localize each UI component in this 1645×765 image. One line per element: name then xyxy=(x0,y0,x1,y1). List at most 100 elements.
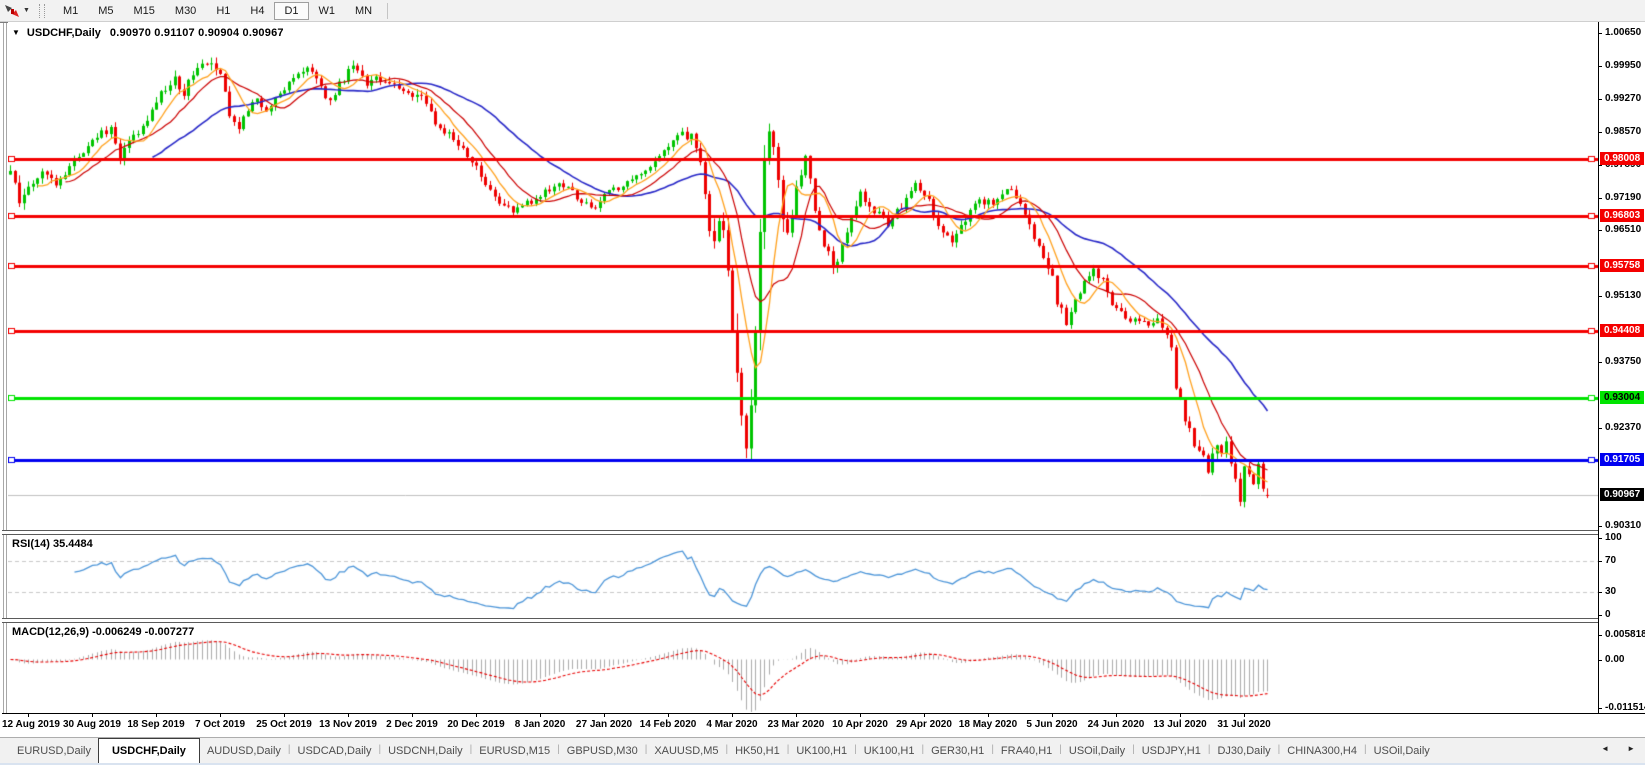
axis-tick-mark xyxy=(1599,708,1602,709)
main-price-chart-canvas[interactable] xyxy=(8,22,1598,530)
chart-tab-gbpusd-m30[interactable]: GBPUSD,M30 xyxy=(560,738,645,763)
toolbar-separator xyxy=(387,3,388,19)
panel-separator-macd[interactable] xyxy=(2,618,1645,623)
chart-tab-uk100-h1[interactable]: UK100,H1 xyxy=(857,738,922,763)
price-axis-label: 0.99950 xyxy=(1605,60,1641,71)
chart-tab-eurusd-daily[interactable]: EURUSD,Daily xyxy=(10,738,98,763)
panel-separator-rsi[interactable] xyxy=(2,530,1645,535)
date-axis-label: 8 Jan 2020 xyxy=(515,719,566,730)
date-axis-label: 18 May 2020 xyxy=(959,719,1017,730)
date-tick-mark xyxy=(732,714,733,717)
price-axis-label: 0.97190 xyxy=(1605,192,1641,203)
date-axis-label: 27 Jan 2020 xyxy=(576,719,632,730)
chart-tab-bar: EURUSD,DailyUSDCHF,DailyAUDUSD,Daily|USD… xyxy=(0,737,1645,763)
chart-ohlc-values: 0.90970 0.91107 0.90904 0.90967 xyxy=(110,27,284,39)
axis-tick-mark xyxy=(1599,561,1602,562)
rsi-axis-label: 30 xyxy=(1605,586,1616,597)
chart-tab-usdcnh-daily[interactable]: USDCNH,Daily xyxy=(381,738,470,763)
chart-tab-hk50-h1[interactable]: HK50,H1 xyxy=(728,738,787,763)
axis-tick-mark xyxy=(1599,660,1602,661)
toolbar-grip[interactable] xyxy=(39,4,45,18)
axis-tick-mark xyxy=(1599,526,1602,527)
timeframe-button-m1[interactable]: M1 xyxy=(53,2,88,20)
timeframe-button-m30[interactable]: M30 xyxy=(165,2,206,20)
date-axis-label: 18 Sep 2019 xyxy=(127,719,184,730)
chart-tab-fra40-h1[interactable]: FRA40,H1 xyxy=(994,738,1059,763)
mt4-terminal-window: ▼ M1M5M15M30H1H4D1W1MN ▼ USDCHF,Daily 0.90… xyxy=(0,0,1645,765)
date-tick-mark xyxy=(476,714,477,717)
chart-title: ▼ USDCHF,Daily 0.90970 0.91107 0.90904 0.9… xyxy=(12,27,284,39)
chart-tab-usoil-daily[interactable]: USOil,Daily xyxy=(1062,738,1132,763)
date-axis-label: 7 Oct 2019 xyxy=(195,719,245,730)
timeframe-button-w1[interactable]: W1 xyxy=(309,2,346,20)
date-axis-label: 13 Nov 2019 xyxy=(319,719,377,730)
date-tick-mark xyxy=(1244,714,1245,717)
chart-symbol-label: USDCHF,Daily xyxy=(27,27,101,39)
chart-tab-eurusd-m15[interactable]: EURUSD,M15 xyxy=(472,738,557,763)
timeframe-button-d1[interactable]: D1 xyxy=(274,2,308,20)
axis-tick-mark xyxy=(1599,538,1602,539)
date-tick-mark xyxy=(796,714,797,717)
date-tick-mark xyxy=(924,714,925,717)
price-axis-label: 1.00650 xyxy=(1605,27,1641,38)
rsi-axis-label: 100 xyxy=(1605,532,1622,543)
axis-tick-mark xyxy=(1599,230,1602,231)
tool-dropdown-arrow[interactable]: ▼ xyxy=(23,7,30,14)
rsi-indicator-canvas[interactable] xyxy=(8,535,1598,618)
axis-tick-mark xyxy=(1599,428,1602,429)
hline-price-label: 0.93004 xyxy=(1600,391,1644,404)
timeframe-button-h4[interactable]: H4 xyxy=(240,2,274,20)
timeframe-button-mn[interactable]: MN xyxy=(345,2,382,20)
timeframe-toolbar: ▼ M1M5M15M30H1H4D1W1MN xyxy=(0,0,1645,22)
chart-menu-icon[interactable]: ▼ xyxy=(12,28,20,37)
chart-tab-usdjpy-h1[interactable]: USDJPY,H1 xyxy=(1135,738,1208,763)
macd-axis-label: 0.00 xyxy=(1605,654,1624,665)
chart-tab-uk100-h1[interactable]: UK100,H1 xyxy=(789,738,854,763)
window-left-border xyxy=(3,23,4,713)
timeframe-button-m15[interactable]: M15 xyxy=(124,2,165,20)
chart-tab-ger30-h1[interactable]: GER30,H1 xyxy=(924,738,991,763)
timeframe-buttons: M1M5M15M30H1H4D1W1MN xyxy=(53,2,382,20)
date-axis-label: 20 Dec 2019 xyxy=(447,719,504,730)
chart-tab-usdcad-daily[interactable]: USDCAD,Daily xyxy=(291,738,379,763)
axis-tick-mark xyxy=(1599,635,1602,636)
timeframe-button-m5[interactable]: M5 xyxy=(88,2,123,20)
date-tick-mark xyxy=(284,714,285,717)
date-axis: 12 Aug 201930 Aug 201918 Sep 20197 Oct 2… xyxy=(0,714,1645,737)
date-axis-label: 31 Jul 2020 xyxy=(1217,719,1270,730)
hline-price-label: 0.98008 xyxy=(1600,152,1644,165)
date-axis-label: 29 Apr 2020 xyxy=(896,719,952,730)
current-bid-price-label: 0.90967 xyxy=(1600,488,1644,501)
axis-tick-mark xyxy=(1599,615,1602,616)
price-axis-label: 0.90310 xyxy=(1605,520,1641,531)
chart-tab-xauusd-m5[interactable]: XAUUSD,M5 xyxy=(647,738,725,763)
tab-scroll-right-icon[interactable]: ► xyxy=(1627,744,1635,753)
timeframe-button-h1[interactable]: H1 xyxy=(206,2,240,20)
macd-indicator-canvas[interactable] xyxy=(8,623,1598,713)
date-tick-mark xyxy=(668,714,669,717)
price-axis-label: 0.95130 xyxy=(1605,290,1641,301)
price-axis: 1.006500.999500.992700.985700.978900.971… xyxy=(1598,22,1645,713)
tab-scroll-left-icon[interactable]: ◄ xyxy=(1601,744,1609,753)
date-axis-label: 4 Mar 2020 xyxy=(706,719,757,730)
chart-tab-dj30-daily[interactable]: DJ30,Daily xyxy=(1210,738,1277,763)
chart-tab-usoil-daily[interactable]: USOil,Daily xyxy=(1367,738,1437,763)
price-axis-label: 0.99270 xyxy=(1605,93,1641,104)
price-axis-label: 0.93750 xyxy=(1605,356,1641,367)
date-tick-mark xyxy=(1116,714,1117,717)
date-tick-mark xyxy=(604,714,605,717)
hline-price-label: 0.91705 xyxy=(1600,453,1644,466)
date-axis-label: 2 Dec 2019 xyxy=(386,719,438,730)
chart-tab-usdchf-daily-active[interactable]: USDCHF,Daily xyxy=(98,738,200,763)
axis-tick-mark xyxy=(1599,592,1602,593)
macd-axis-label: -0.011514 xyxy=(1605,702,1645,713)
axis-tick-mark xyxy=(1599,362,1602,363)
chart-tab-china300-h4[interactable]: CHINA300,H4 xyxy=(1280,738,1364,763)
hline-price-label: 0.94408 xyxy=(1600,324,1644,337)
date-tick-mark xyxy=(1052,714,1053,717)
axis-tick-mark xyxy=(1599,33,1602,34)
chart-tab-audusd-daily[interactable]: AUDUSD,Daily xyxy=(200,738,288,763)
axis-tick-mark xyxy=(1599,165,1602,166)
rsi-label: RSI(14) 35.4484 xyxy=(12,538,93,550)
chart-cursor-icon[interactable] xyxy=(3,3,21,19)
